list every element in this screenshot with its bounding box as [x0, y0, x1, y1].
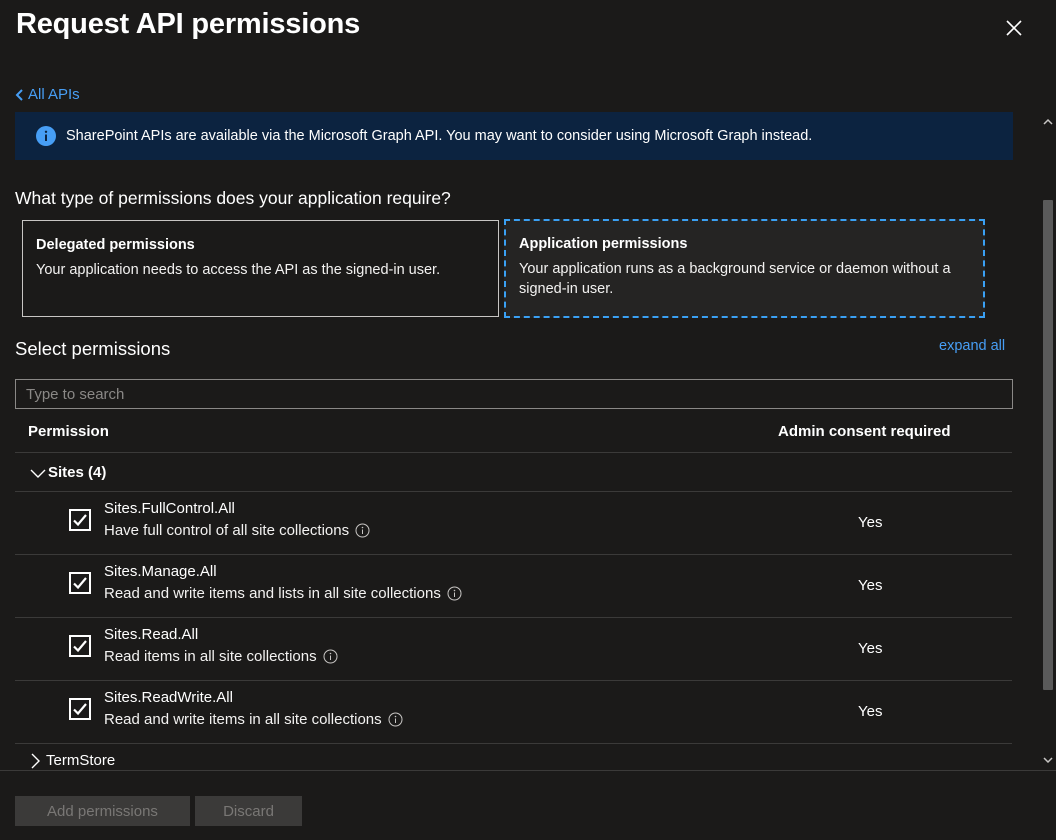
permission-checkbox[interactable]	[69, 509, 91, 531]
back-link-label: All APIs	[28, 86, 80, 103]
scroll-up-icon[interactable]	[1040, 114, 1056, 130]
permission-desc-text: Read items in all site collections	[104, 648, 317, 665]
info-bar: SharePoint APIs are available via the Mi…	[15, 112, 1013, 160]
permission-checkbox[interactable]	[69, 698, 91, 720]
page-title: Request API permissions	[16, 8, 361, 40]
group-toggle-sites[interactable]: Sites (4)	[30, 464, 106, 481]
row-divider	[15, 743, 1012, 744]
close-icon	[1006, 20, 1022, 36]
info-circle-icon[interactable]	[388, 712, 403, 727]
select-permissions-label: Select permissions	[15, 338, 171, 359]
scrollbar-thumb[interactable]	[1043, 200, 1053, 690]
application-permissions-desc: Your application runs as a background se…	[519, 261, 951, 297]
permission-name: Sites.ReadWrite.All	[104, 689, 233, 706]
application-permissions-title: Application permissions	[519, 236, 688, 252]
permission-desc-text: Have full control of all site collection…	[104, 522, 350, 539]
delegated-permissions-desc: Your application needs to access the API…	[36, 262, 441, 278]
checkmark-icon	[73, 640, 87, 653]
info-circle-icon[interactable]	[447, 586, 462, 601]
checkmark-icon	[73, 577, 87, 590]
discard-button[interactable]: Discard	[195, 796, 302, 826]
table-row: Sites.ReadWrite.All Read and write items…	[15, 680, 1012, 743]
chevron-left-icon	[15, 88, 23, 101]
permission-checkbox[interactable]	[69, 572, 91, 594]
checkmark-icon	[73, 703, 87, 716]
scroll-region: SharePoint APIs are available via the Mi…	[0, 112, 1040, 770]
permission-desc: Read and write items and lists in all si…	[104, 585, 462, 602]
permission-name: Sites.Read.All	[104, 626, 199, 643]
search-input[interactable]	[15, 379, 1013, 409]
permission-desc: Read items in all site collections	[104, 648, 338, 665]
table-row: Sites.Manage.All Read and write items an…	[15, 554, 1012, 617]
info-circle-icon[interactable]	[323, 649, 338, 664]
add-permissions-button[interactable]: Add permissions	[15, 796, 190, 826]
permission-type-question: What type of permissions does your appli…	[15, 188, 451, 208]
permission-checkbox[interactable]	[69, 635, 91, 657]
group-toggle-termstore[interactable]: TermStore	[30, 752, 115, 769]
chevron-right-icon	[31, 753, 40, 768]
footer-divider	[0, 770, 1056, 771]
header-divider	[15, 452, 1012, 453]
info-circle-icon[interactable]	[355, 523, 370, 538]
column-header-permission: Permission	[28, 423, 109, 440]
close-button[interactable]	[1000, 14, 1028, 42]
delegated-permissions-card[interactable]: Delegated permissions Your application n…	[22, 220, 499, 317]
admin-consent-value: Yes	[858, 514, 883, 531]
back-link-all-apis[interactable]: All APIs	[15, 86, 80, 103]
expand-all-link[interactable]: expand all	[939, 338, 1005, 354]
permission-desc: Read and write items in all site collect…	[104, 711, 403, 728]
info-bar-text: SharePoint APIs are available via the Mi…	[66, 128, 813, 144]
permission-desc-text: Read and write items and lists in all si…	[104, 585, 441, 602]
permission-name: Sites.FullControl.All	[104, 500, 235, 517]
permission-name: Sites.Manage.All	[104, 563, 217, 580]
table-row: Sites.Read.All Read items in all site co…	[15, 617, 1012, 680]
scroll-down-icon[interactable]	[1040, 752, 1056, 768]
chevron-down-icon	[30, 469, 46, 478]
application-permissions-card[interactable]: Application permissions Your application…	[504, 219, 985, 318]
admin-consent-value: Yes	[858, 703, 883, 720]
vertical-scrollbar[interactable]	[1040, 112, 1056, 770]
column-header-admin-consent: Admin consent required	[778, 423, 951, 440]
table-row: Sites.FullControl.All Have full control …	[15, 491, 1012, 554]
admin-consent-value: Yes	[858, 577, 883, 594]
group-label-sites: Sites (4)	[48, 464, 107, 481]
admin-consent-value: Yes	[858, 640, 883, 657]
info-icon	[36, 126, 56, 146]
permission-desc: Have full control of all site collection…	[104, 522, 370, 539]
checkmark-icon	[73, 514, 87, 527]
delegated-permissions-title: Delegated permissions	[36, 237, 195, 253]
group-label-termstore: TermStore	[46, 752, 116, 769]
permission-desc-text: Read and write items in all site collect…	[104, 711, 382, 728]
